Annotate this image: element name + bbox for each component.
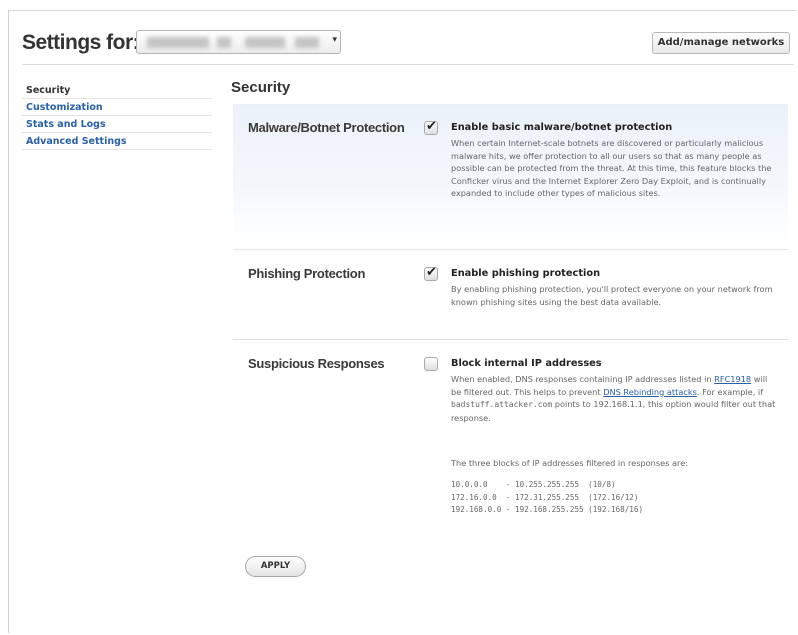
ip-blocks-intro: The three blocks of IP addresses filtere… xyxy=(451,458,689,468)
description-text: . For example, if xyxy=(696,386,764,397)
malware-description: When certain Internet-scale botnets are … xyxy=(451,138,772,199)
check-icon: ✔ xyxy=(426,265,437,280)
phishing-setting-row: Phishing Protection ✔ Enable phishing pr… xyxy=(233,250,788,340)
redacted-network-name xyxy=(147,37,209,48)
ip-block-row: 192.168.0.0 - 192.168.255.255 (192.168/1… xyxy=(451,505,644,515)
apply-button[interactable]: APPLY xyxy=(245,556,306,577)
phishing-checkbox[interactable]: ✔ xyxy=(424,265,438,281)
phishing-option-title: Enable phishing protection xyxy=(451,268,601,279)
suspicious-option-title: Block internal IP addresses xyxy=(451,358,602,369)
ip-block-row: 172.16.0.0 - 172.31.255.255 (172.16/12) xyxy=(451,492,639,502)
sidebar-item-advanced-settings[interactable]: Advanced Settings xyxy=(22,133,212,150)
dns-rebinding-link[interactable]: DNS Rebinding attacks xyxy=(603,387,697,397)
sidebar-item-security[interactable]: Security xyxy=(22,82,212,99)
ip-block-row: 10.0.0.0 - 10.255.255.255 (10/8) xyxy=(451,480,616,489)
header-divider xyxy=(22,64,794,65)
suspicious-description: When enabled, DNS responses containing I… xyxy=(451,373,776,424)
description-text: When enabled, DNS responses containing I… xyxy=(451,374,715,384)
redacted-network-name xyxy=(245,37,285,48)
sidebar-item-stats-and-logs[interactable]: Stats and Logs xyxy=(22,116,212,133)
phishing-label: Phishing Protection xyxy=(248,266,366,281)
rfc1918-link[interactable]: RFC1918 xyxy=(714,374,751,384)
suspicious-setting-row: Suspicious Responses Block internal IP a… xyxy=(233,340,788,572)
sidebar-item-customization[interactable]: Customization xyxy=(22,99,212,116)
malware-checkbox[interactable]: ✔ xyxy=(424,119,438,135)
malware-option-title: Enable basic malware/botnet protection xyxy=(451,122,673,133)
sidebar: Security Customization Stats and Logs Ad… xyxy=(22,82,212,150)
suspicious-label: Suspicious Responses xyxy=(248,356,385,371)
suspicious-checkbox[interactable] xyxy=(424,357,438,371)
chevron-down-icon: ▾ xyxy=(332,35,337,45)
network-select[interactable]: ▾ xyxy=(136,30,341,54)
check-icon: ✔ xyxy=(426,119,437,134)
malware-label: Malware/Botnet Protection xyxy=(248,120,405,135)
example-hostname: badstuff.attacker.com xyxy=(451,400,553,410)
ip-blocks-list: 10.0.0.0 - 10.255.255.255 (10/8) 172.16.0… xyxy=(451,479,643,517)
redacted-network-name xyxy=(295,37,319,48)
add-manage-networks-button[interactable]: Add/manage networks xyxy=(652,32,790,54)
redacted-network-name xyxy=(217,37,231,48)
malware-setting-row: Malware/Botnet Protection ✔ Enable basic… xyxy=(233,104,788,250)
phishing-description: By enabling phishing protection, you'll … xyxy=(451,284,773,307)
page-title: Settings for: xyxy=(22,31,140,54)
section-title: Security xyxy=(231,79,291,96)
